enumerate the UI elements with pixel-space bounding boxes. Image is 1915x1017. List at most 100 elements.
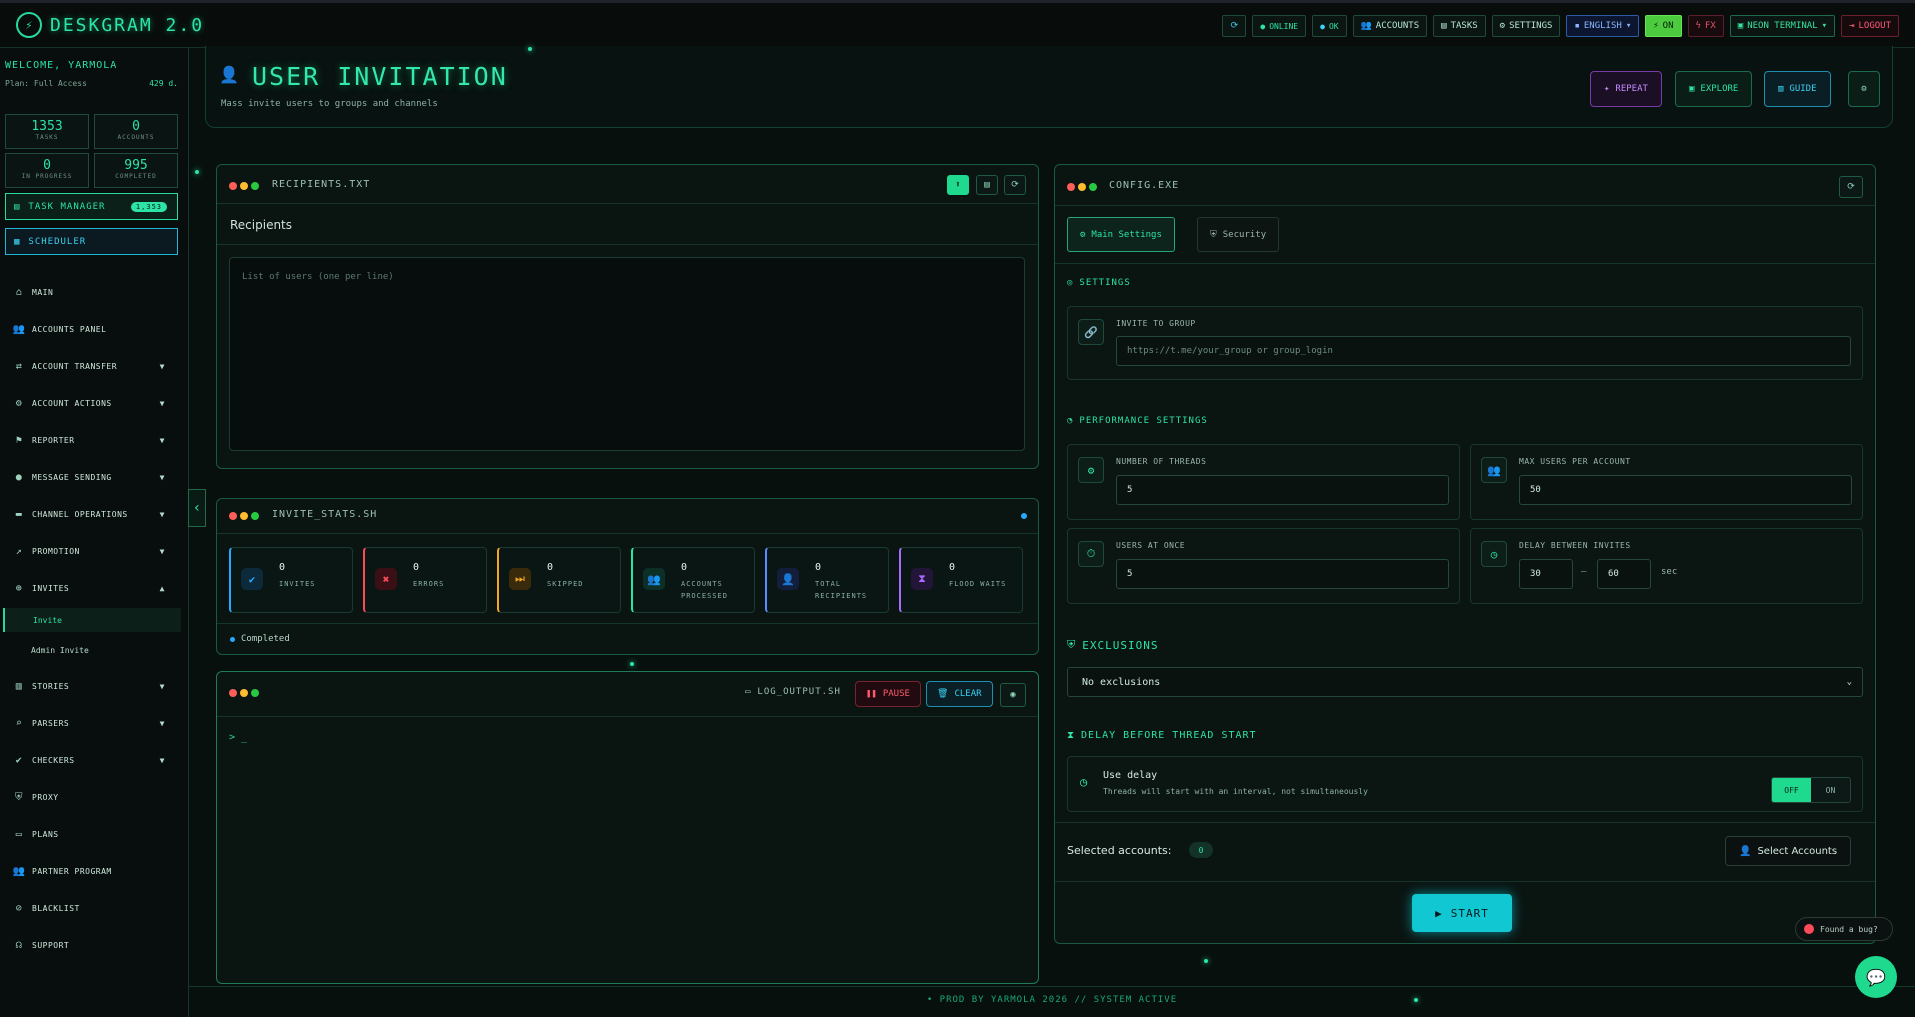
trash-icon: 🗑 xyxy=(937,689,949,699)
logout-button[interactable]: ⇥ LOGOUT xyxy=(1841,15,1899,37)
online-status: ● ONLINE xyxy=(1252,15,1307,37)
start-button[interactable]: ▶ START xyxy=(1412,894,1512,932)
invite-group-input[interactable]: https://t.me/your_group or group_login xyxy=(1116,336,1851,366)
report-bug-button[interactable]: Found a bug? xyxy=(1795,917,1893,941)
chart-icon: ↗ xyxy=(15,545,23,557)
user-plus-icon: 👤 xyxy=(777,568,799,590)
delay-box: ◷ DELAY BETWEEN INVITES 30 — 60 sec xyxy=(1470,528,1863,604)
plan-info: Plan: Full Access 429 d. xyxy=(5,79,178,88)
settings-button[interactable]: ⚙ SETTINGS xyxy=(1491,15,1561,37)
exclusions-select[interactable]: No exclusions ⌄ xyxy=(1067,667,1863,697)
invite-to-group-box: 🔗 INVITE TO GROUP https://t.me/your_grou… xyxy=(1067,306,1863,380)
sidebar-item-account-transfer[interactable]: ⇄ ACCOUNT TRANSFER ▼ xyxy=(0,352,189,380)
cpu-icon: ⚙ xyxy=(1078,457,1104,483)
stat-card-total-recipients: 👤 0 TOTAL RECIPIENTS xyxy=(765,547,889,613)
sidebar-item-partner-program[interactable]: 👥 PARTNER PROGRAM xyxy=(0,857,189,885)
reset-config-button[interactable]: ⟳ xyxy=(1839,176,1863,198)
chat-icon: ● xyxy=(15,471,23,483)
sidebar-item-proxy[interactable]: ⛨ PROXY xyxy=(0,783,189,811)
sidebar-item-reporter[interactable]: ⚑ REPORTER ▼ xyxy=(0,426,189,454)
theme-select[interactable]: ▣ NEON TERMINAL ▾ xyxy=(1729,15,1836,37)
shield-icon: ⛨ xyxy=(15,791,23,803)
pause-button[interactable]: ❚❚ PAUSE xyxy=(855,681,921,707)
sidebar-collapse-button[interactable]: ‹ xyxy=(188,489,206,527)
tasks-icon: ▤ xyxy=(1441,21,1447,31)
task-manager-button[interactable]: ▤ TASK MANAGER 1,353 xyxy=(5,193,178,220)
clock-icon: ◷ xyxy=(1481,541,1507,567)
sidebar-item-stories[interactable]: ▥ STORIES ▼ xyxy=(0,672,189,700)
page-header: 👤 USER INVITATION Mass invite users to g… xyxy=(205,46,1893,128)
pause-icon: ❚❚ xyxy=(866,689,877,699)
sidebar-item-parsers[interactable]: ⌕ PARSERS ▼ xyxy=(0,709,189,737)
chevron-down-icon: ▼ xyxy=(159,718,165,728)
header-settings-button[interactable]: ⚙ xyxy=(1848,71,1880,107)
toggle-off[interactable]: OFF xyxy=(1772,778,1811,802)
sidebar-item-support[interactable]: ☊ SUPPORT xyxy=(0,931,189,959)
top-bar: ⚡ DESKGRAM 2.0 ⟳ ● ONLINE ● OK 👥 ACCOUNTS… xyxy=(0,0,1915,48)
window-controls xyxy=(229,182,259,190)
sidebar-item-checkers[interactable]: ✔ CHECKERS ▼ xyxy=(0,746,189,774)
search-icon: ⌕ xyxy=(15,717,23,729)
refresh-recipients-button[interactable]: ⟳ xyxy=(1004,175,1026,195)
upload-button[interactable]: ⬆ xyxy=(947,175,969,195)
speedometer-icon: ◔ xyxy=(1067,416,1074,426)
chevron-down-icon: ▼ xyxy=(159,546,165,556)
sidebar-item-blacklist[interactable]: ⊘ BLACKLIST xyxy=(0,894,189,922)
chevron-down-icon: ▼ xyxy=(159,398,165,408)
chevron-down-icon: ▼ xyxy=(159,472,165,482)
scheduler-button[interactable]: ▦ SCHEDULER xyxy=(5,228,178,255)
sidebar-item-invites[interactable]: ⊕ INVITES ▲ xyxy=(0,574,189,602)
users-icon: 👥 xyxy=(1481,457,1507,483)
recipients-textarea[interactable]: List of users (one per line) xyxy=(229,257,1025,451)
sidebar-item-message-sending[interactable]: ● MESSAGE SENDING ▼ xyxy=(0,463,189,491)
sidebar-item-account-actions[interactable]: ⚙ ACCOUNT ACTIONS ▼ xyxy=(0,389,189,417)
guide-button[interactable]: ▥ GUIDE xyxy=(1764,71,1831,107)
partner-icon: 👥 xyxy=(12,865,26,877)
max-users-input[interactable]: 50 xyxy=(1519,475,1852,505)
fx-toggle[interactable]: ϟ FX xyxy=(1687,15,1724,37)
logout-icon: ⇥ xyxy=(1849,21,1855,31)
file-icon: ▤ xyxy=(984,180,990,190)
clear-button[interactable]: 🗑 CLEAR xyxy=(926,681,993,707)
chevron-down-icon: ▼ xyxy=(159,435,165,445)
use-delay-toggle[interactable]: OFF ON xyxy=(1771,777,1851,803)
spark xyxy=(1414,998,1418,1002)
delay-to-input[interactable]: 60 xyxy=(1597,559,1651,589)
on-toggle[interactable]: ⚡ ON xyxy=(1645,15,1682,37)
sidebar-item-main[interactable]: ⌂ MAIN xyxy=(0,278,189,306)
tasks-button[interactable]: ▤ TASKS xyxy=(1433,15,1486,37)
sidebar-item-promotion[interactable]: ↗ PROMOTION ▼ xyxy=(0,537,189,565)
sidebar-item-accounts-panel[interactable]: 👥 ACCOUNTS PANEL xyxy=(0,315,189,343)
refresh-button[interactable]: ⟳ xyxy=(1222,15,1247,37)
explore-button[interactable]: ▣ EXPLORE xyxy=(1675,71,1753,107)
sidebar-subitem-invite[interactable]: Invite xyxy=(3,608,181,632)
threads-input[interactable]: 5 xyxy=(1116,475,1449,505)
chevron-down-icon: ▼ xyxy=(159,681,165,691)
chat-button[interactable]: 💬 xyxy=(1855,956,1897,998)
delay-from-input[interactable]: 30 xyxy=(1519,559,1573,589)
delay-unit: sec xyxy=(1661,567,1678,577)
tab-main-settings[interactable]: ⚙ Main Settings xyxy=(1067,217,1175,252)
max-users-box: 👥 MAX USERS PER ACCOUNT 50 xyxy=(1470,444,1863,520)
sidebar-item-channel-operations[interactable]: ▬ CHANNEL OPERATIONS ▼ xyxy=(0,500,189,528)
toggle-on[interactable]: ON xyxy=(1811,778,1850,802)
stats-status: Completed xyxy=(230,634,290,644)
tab-security[interactable]: ⛨ Security xyxy=(1197,217,1280,252)
logo[interactable]: ⚡ DESKGRAM 2.0 xyxy=(16,12,204,38)
link-icon: 🔗 xyxy=(1078,319,1104,345)
language-select[interactable]: ▪ ENGLISH ▾ xyxy=(1566,15,1640,37)
users-at-once-input[interactable]: 5 xyxy=(1116,559,1449,589)
select-accounts-button[interactable]: 👤 Select Accounts xyxy=(1725,836,1852,866)
bolt-icon: ⚡ xyxy=(1653,21,1659,31)
toggle-visibility-button[interactable]: ◉ xyxy=(1000,683,1026,707)
eye-icon: ◉ xyxy=(1010,690,1016,700)
stat-card-accounts-processed: 👥 0 ACCOUNTS PROCESSED xyxy=(631,547,755,613)
sidebar-subitem-admin-invite[interactable]: Admin Invite xyxy=(3,638,181,662)
accounts-button[interactable]: 👥 ACCOUNTS xyxy=(1352,15,1428,37)
file-button[interactable]: ▤ xyxy=(976,175,998,195)
timer-icon: ⏱ xyxy=(1078,541,1104,567)
flag-icon: ⚑ xyxy=(15,434,23,446)
sidebar-item-plans[interactable]: ▭ PLANS xyxy=(0,820,189,848)
repeat-button[interactable]: ✦ REPEAT xyxy=(1590,71,1662,107)
users-icon: 👥 xyxy=(1360,21,1372,31)
